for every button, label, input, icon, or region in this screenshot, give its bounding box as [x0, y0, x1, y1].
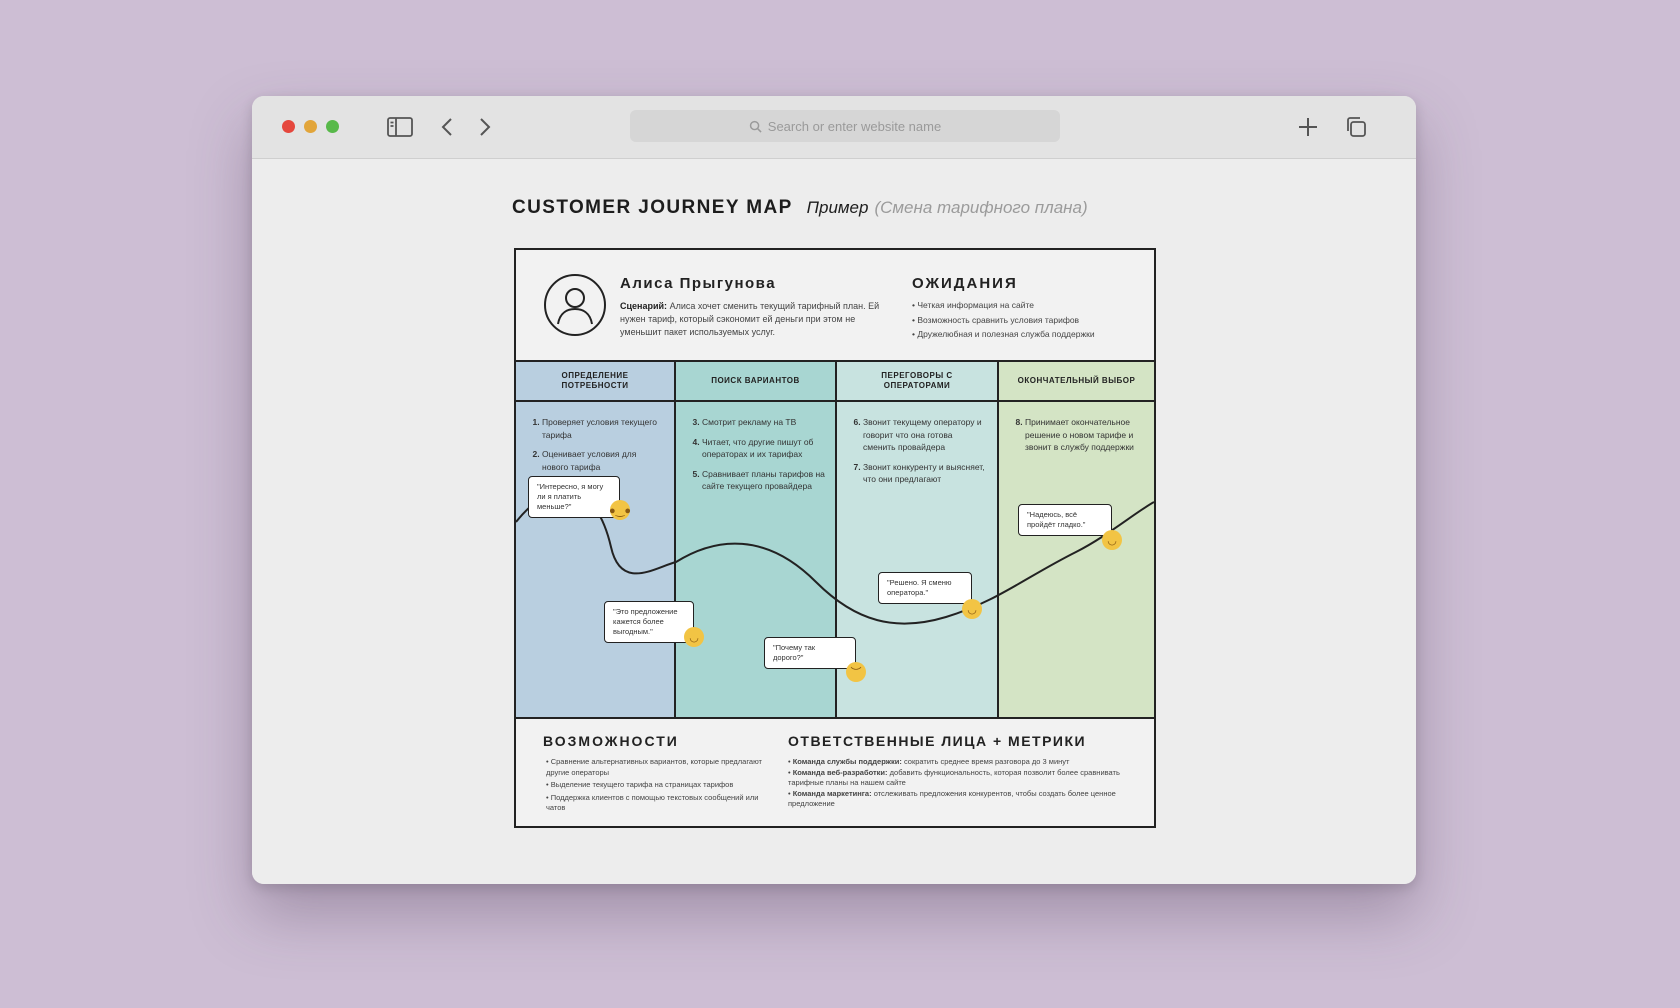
- list-item: Смотрит рекламу на ТВ: [702, 416, 825, 429]
- expectations-list: Четкая информация на сайте Возможность с…: [912, 298, 1142, 342]
- persona-section: Алиса Прыгунова Сценарий: Алиса хочет см…: [516, 250, 1154, 362]
- quote-bubble-1: "Интересно, я могу ли я платить меньше?": [528, 476, 620, 518]
- expectations-title: ОЖИДАНИЯ: [912, 275, 1018, 292]
- new-tab-plus-icon[interactable]: [1294, 113, 1322, 141]
- stage-title: ПЕРЕГОВОРЫ С ОПЕРАТОРАМИ: [837, 362, 997, 402]
- opportunities-title: ВОЗМОЖНОСТИ: [543, 733, 679, 749]
- journey-map-board: Алиса Прыгунова Сценарий: Алиса хочет см…: [514, 248, 1156, 828]
- opportunities-list: Сравнение альтернативных вариантов, кото…: [546, 757, 768, 816]
- persona-scenario: Сценарий: Алиса хочет сменить текущий та…: [620, 301, 880, 337]
- bottom-section: ВОЗМОЖНОСТИ Сравнение альтернативных вар…: [516, 717, 1154, 826]
- list-item: Сравнивает планы тарифов на сайте текуще…: [702, 468, 825, 493]
- search-icon: [749, 120, 762, 133]
- list-item: Читает, что другие пишут об операторах и…: [702, 436, 825, 461]
- smiling-face-icon: ◡: [1102, 530, 1122, 550]
- quote-bubble-5: "Надеюсь, всё пройдёт гладко.": [1018, 504, 1112, 536]
- list-item: Четкая информация на сайте: [912, 298, 1142, 313]
- list-item: Дружелюбная и полезная служба поддержки: [912, 327, 1142, 342]
- browser-toolbar: Search or enter website name: [252, 96, 1416, 159]
- map-subtitle: Пример: [806, 198, 869, 217]
- list-item: Принимает окончательное решение о новом …: [1025, 416, 1144, 454]
- forward-arrow-icon[interactable]: [470, 113, 498, 141]
- back-arrow-icon[interactable]: [434, 113, 462, 141]
- smiling-face-icon: ◡: [684, 627, 704, 647]
- list-item: Звонит конкуренту и выясняет, что они пр…: [863, 461, 987, 486]
- grinning-face-icon: ◡: [962, 599, 982, 619]
- map-title: CUSTOMER JOURNEY MAP: [512, 197, 793, 218]
- responsibles-list: Команда службы поддержки: сократить сред…: [788, 757, 1133, 810]
- list-item: Команда веб-разработки: добавить функцио…: [788, 768, 1133, 789]
- list-item: Оценивает условия для нового тарифа: [542, 448, 664, 473]
- list-item: Команда маркетинга: отслеживать предложе…: [788, 789, 1133, 810]
- list-item: Звонит текущему оператору и говорит что …: [863, 416, 987, 454]
- list-item: Команда службы поддержки: сократить сред…: [788, 757, 1133, 768]
- list-item: Возможность сравнить условия тарифов: [912, 313, 1142, 328]
- responsibles-title: ОТВЕТСТВЕННЫЕ ЛИЦА + МЕТРИКИ: [788, 733, 1087, 749]
- quote-bubble-4: "Решено. Я сменю оператора.": [878, 572, 972, 604]
- quote-bubble-3: "Почему так дорого?": [764, 637, 856, 669]
- stage-steps: Принимает окончательное решение о новом …: [999, 402, 1154, 454]
- stage-steps: Смотрит рекламу на ТВ Читает, что другие…: [676, 402, 835, 493]
- stage-title: ПОИСК ВАРИАНТОВ: [676, 362, 835, 402]
- user-avatar-icon: [544, 274, 606, 336]
- tab-overview-icon[interactable]: [1342, 113, 1370, 141]
- quote-bubble-2: "Это предложение кажется более выгодным.…: [604, 601, 694, 643]
- frowning-face-icon: ︶: [846, 662, 866, 682]
- list-item: Поддержка клиентов с помощью текстовых с…: [546, 793, 768, 814]
- stage-need-definition: ОПРЕДЕЛЕНИЕ ПОТРЕБНОСТИ Проверяет услови…: [516, 362, 676, 717]
- stage-final-choice: ОКОНЧАТЕЛЬНЫЙ ВЫБОР Принимает окончатель…: [999, 362, 1154, 717]
- sidebar-toggle-icon[interactable]: [386, 113, 414, 141]
- stage-steps: Проверяет условия текущего тарифа Оценив…: [516, 402, 674, 473]
- zoom-window-button[interactable]: [326, 120, 339, 133]
- stage-title: ОКОНЧАТЕЛЬНЫЙ ВЫБОР: [999, 362, 1154, 402]
- stage-title: ОПРЕДЕЛЕНИЕ ПОТРЕБНОСТИ: [516, 362, 674, 402]
- thinking-face-icon: ●‿●: [609, 500, 631, 520]
- journey-stages: ОПРЕДЕЛЕНИЕ ПОТРЕБНОСТИ Проверяет услови…: [516, 362, 1154, 717]
- browser-window: Search or enter website name CUSTOMER JO…: [252, 96, 1416, 884]
- persona-name: Алиса Прыгунова: [620, 275, 777, 292]
- map-subtitle-note: (Смена тарифного плана): [874, 198, 1088, 217]
- address-bar[interactable]: Search or enter website name: [630, 110, 1060, 142]
- list-item: Проверяет условия текущего тарифа: [542, 416, 664, 441]
- map-heading: CUSTOMER JOURNEY MAP Пример (Смена тариф…: [512, 197, 1088, 219]
- stage-steps: Звонит текущему оператору и говорит что …: [837, 402, 997, 486]
- close-window-button[interactable]: [282, 120, 295, 133]
- address-bar-placeholder: Search or enter website name: [767, 118, 942, 134]
- list-item: Выделение текущего тарифа на страницах т…: [546, 780, 768, 791]
- minimize-window-button[interactable]: [304, 120, 317, 133]
- list-item: Сравнение альтернативных вариантов, кото…: [546, 757, 768, 778]
- web-content: CUSTOMER JOURNEY MAP Пример (Смена тариф…: [252, 159, 1416, 884]
